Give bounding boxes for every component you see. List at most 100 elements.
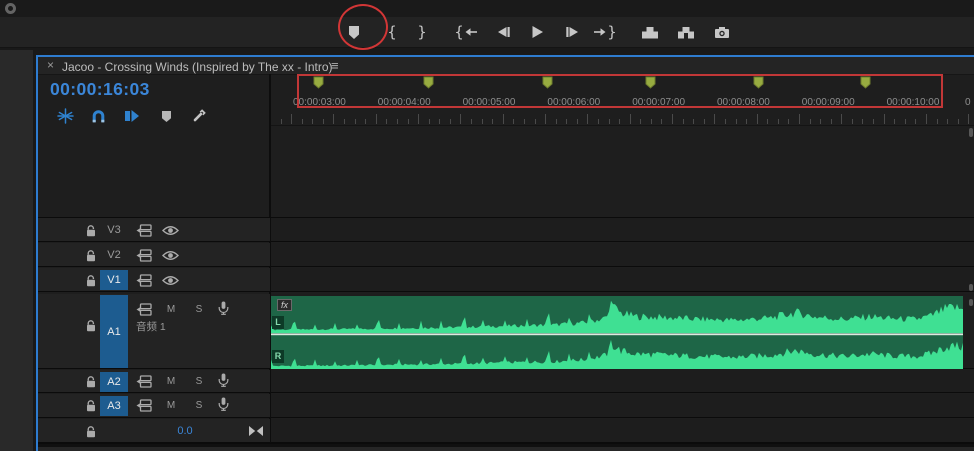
solo-button[interactable]: S [192, 376, 206, 387]
mute-button[interactable]: M [164, 304, 178, 315]
ruler-tick [502, 114, 504, 124]
toggle-track-output-eye-icon[interactable] [162, 225, 179, 236]
extract-button[interactable] [672, 19, 700, 45]
scrollbar-handle[interactable] [969, 128, 973, 137]
solo-button[interactable]: S [192, 400, 206, 411]
lock-icon[interactable] [85, 375, 97, 388]
audio-track-header-a2 [38, 370, 270, 393]
audio-track-content-a2 [271, 370, 974, 393]
panel-close-button[interactable]: × [47, 59, 54, 71]
master-gain-value[interactable]: 0.0 [160, 425, 210, 437]
toggle-track-output-eye-icon[interactable] [162, 250, 179, 261]
voiceover-record-mic-icon[interactable] [218, 397, 229, 411]
step-back-icon [497, 27, 510, 37]
track-name-a3[interactable]: A3 [100, 396, 128, 416]
mute-button[interactable]: M [164, 376, 178, 387]
go-to-out-button[interactable]: } [589, 19, 621, 45]
record-ring-icon [5, 3, 16, 14]
go-to-in-icon: { [454, 22, 464, 41]
mark-in-button[interactable]: { [378, 19, 406, 45]
sequence-marker-icon[interactable] [313, 76, 324, 94]
timeline-settings-button[interactable] [187, 106, 211, 126]
panel-bottom-edge [38, 447, 974, 451]
sync-lock-icon[interactable] [136, 249, 152, 262]
track-resize-handle[interactable] [969, 299, 973, 306]
sequence-marker-icon[interactable] [860, 76, 871, 94]
panel-menu-icon[interactable]: ≡ [331, 58, 339, 73]
lock-icon[interactable] [85, 425, 97, 438]
sync-lock-icon[interactable] [136, 274, 152, 287]
ruler-timecode-label: 00:00:06:00 [547, 97, 601, 108]
track-name-a1[interactable]: A1 [100, 295, 128, 368]
track-resize-handle[interactable] [969, 284, 973, 291]
lock-icon[interactable] [85, 249, 97, 262]
ruler-tick [333, 114, 335, 124]
go-to-in-button[interactable]: { [450, 19, 482, 45]
ruler-tick [693, 119, 695, 124]
toggle-track-output-eye-icon[interactable] [162, 275, 179, 286]
ruler-tick [862, 119, 864, 124]
ruler-tick [809, 119, 811, 124]
ruler-tick [904, 119, 906, 124]
ruler-tick [629, 114, 631, 124]
time-ruler[interactable]: 00:00:03:00 00:00:04:00 00:00:05:00 00:00:0… [270, 74, 974, 125]
mark-out-button[interactable]: } [408, 19, 436, 45]
left-channel-badge: L [272, 316, 284, 329]
sync-lock-icon[interactable] [136, 375, 152, 388]
ruler-tick [703, 119, 705, 124]
step-back-button[interactable] [489, 19, 517, 45]
solo-button[interactable]: S [192, 304, 206, 315]
ruler-tick [968, 114, 970, 124]
ruler-tick [428, 119, 430, 124]
ruler-tick [576, 119, 578, 124]
lift-button[interactable] [636, 19, 664, 45]
step-forward-icon [565, 27, 578, 37]
ruler-tick [777, 119, 779, 124]
step-forward-button[interactable] [558, 19, 586, 45]
playhead-timecode[interactable]: 00:00:16:03 [50, 79, 150, 100]
fx-badge[interactable]: fx [277, 299, 292, 311]
audio-clip[interactable]: fx L R [271, 296, 963, 369]
track-name-a2[interactable]: A2 [100, 372, 128, 392]
snap-button[interactable] [86, 106, 110, 126]
ruler-tick [767, 119, 769, 124]
sequence-marker-icon[interactable] [753, 76, 764, 94]
sequence-add-marker-button[interactable] [154, 106, 178, 126]
track-name-v1[interactable]: V1 [100, 270, 128, 290]
track-label[interactable]: 音频 1 [136, 319, 166, 334]
sync-lock-icon[interactable] [136, 399, 152, 412]
play-button[interactable] [523, 19, 551, 45]
ruler-tick [650, 119, 652, 124]
sequence-marker-icon[interactable] [645, 76, 656, 94]
ruler-tick [714, 114, 716, 124]
sequence-marker-icon[interactable] [542, 76, 553, 94]
ruler-tick [915, 119, 917, 124]
lock-icon[interactable] [85, 274, 97, 287]
ruler-tick [492, 119, 494, 124]
sequence-marker-icon[interactable] [423, 76, 434, 94]
ruler-tick [545, 114, 547, 124]
ruler-tick [746, 119, 748, 124]
voiceover-record-mic-icon[interactable] [218, 301, 229, 315]
track-name-v2[interactable]: V2 [100, 245, 128, 265]
panel-tab-title[interactable]: Jacoo - Crossing Winds (Inspired by The … [62, 60, 333, 74]
master-meter-bowtie-icon[interactable] [248, 425, 264, 437]
ruler-tick [883, 114, 885, 124]
sync-lock-icon[interactable] [136, 224, 152, 237]
linked-selection-button[interactable] [120, 106, 144, 126]
ruler-tick [936, 119, 938, 124]
nest-sequences-button[interactable] [53, 106, 77, 126]
lock-icon[interactable] [85, 224, 97, 237]
sync-lock-icon[interactable] [136, 303, 152, 316]
export-frame-button[interactable] [708, 19, 736, 45]
ruler-timecode-label: 00:00:10:00 [886, 97, 940, 108]
add-marker-button[interactable] [340, 19, 368, 45]
mark-out-icon: } [417, 22, 427, 41]
lock-icon[interactable] [85, 319, 97, 332]
video-track-content-v1 [271, 268, 974, 292]
ruler-tick [460, 114, 462, 124]
mute-button[interactable]: M [164, 400, 178, 411]
track-name-v3[interactable]: V3 [100, 220, 128, 240]
lock-icon[interactable] [85, 399, 97, 412]
voiceover-record-mic-icon[interactable] [218, 373, 229, 387]
